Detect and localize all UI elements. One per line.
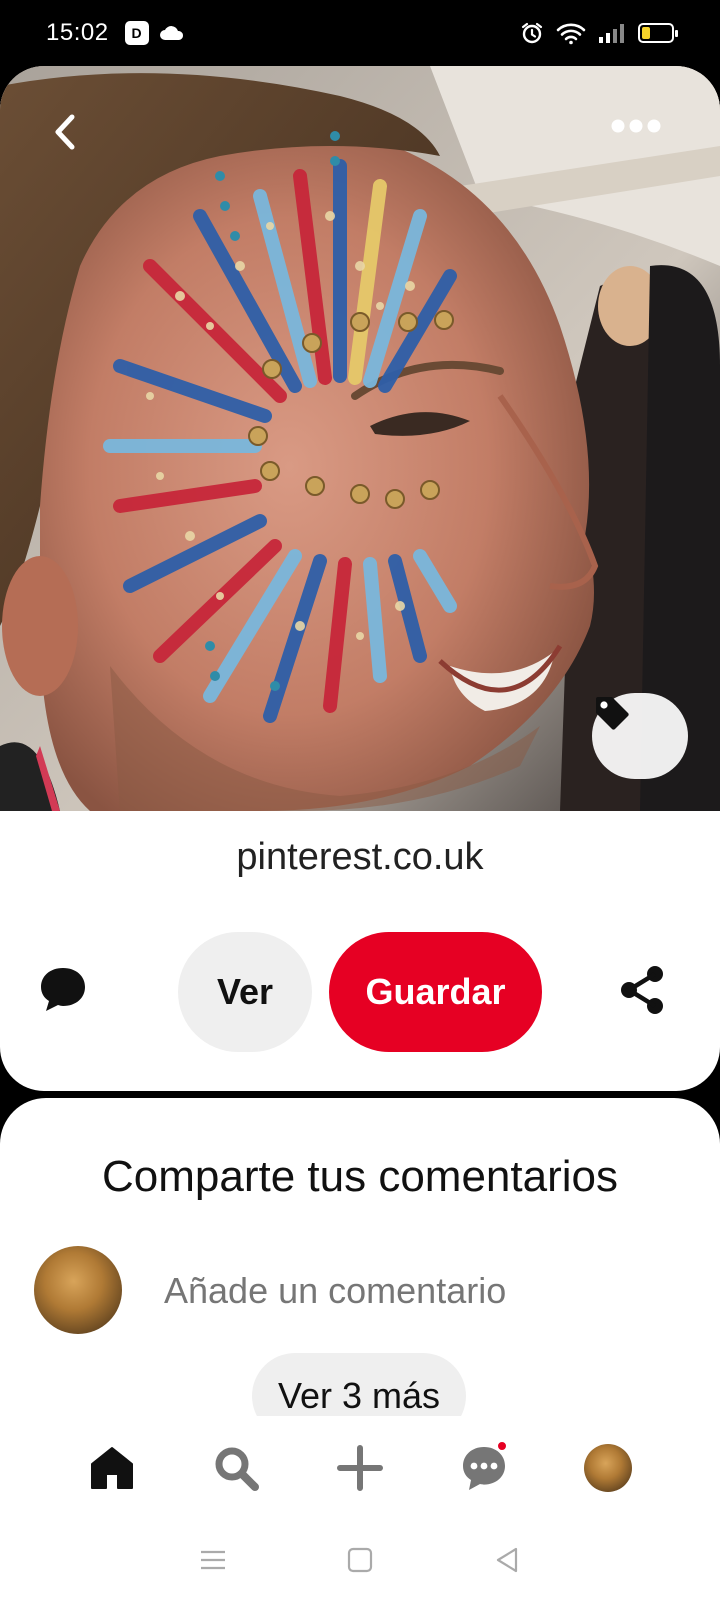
pin-card: pinterest.co.uk Ver Guardar bbox=[0, 66, 720, 1091]
triangle-back-icon bbox=[496, 1547, 517, 1573]
tag-icon bbox=[596, 697, 629, 730]
nav-messages[interactable] bbox=[452, 1436, 516, 1500]
signal-icon bbox=[599, 24, 624, 43]
system-menu-button[interactable] bbox=[193, 1540, 233, 1580]
user-avatar bbox=[34, 1246, 122, 1334]
pin-action-bar: Ver Guardar bbox=[0, 932, 720, 1052]
back-button[interactable] bbox=[50, 114, 98, 162]
menu-icon bbox=[201, 1550, 226, 1570]
system-back-button[interactable] bbox=[487, 1540, 527, 1580]
shop-tag-button[interactable] bbox=[592, 693, 688, 779]
system-navigation-bar bbox=[0, 1520, 720, 1600]
status-time: 15:02 bbox=[46, 19, 109, 46]
status-system-icons bbox=[520, 21, 678, 45]
status-bar: 15:02 D bbox=[0, 0, 720, 66]
cloud-icon bbox=[159, 26, 183, 40]
alarm-icon bbox=[521, 22, 543, 44]
home-icon bbox=[91, 1447, 133, 1489]
battery-icon bbox=[638, 23, 678, 43]
wifi-icon bbox=[556, 23, 586, 45]
pin-image[interactable] bbox=[0, 66, 720, 811]
profile-avatar bbox=[584, 1444, 632, 1492]
nav-create[interactable] bbox=[328, 1436, 392, 1500]
share-button[interactable] bbox=[618, 964, 670, 1020]
comments-title: Comparte tus comentarios bbox=[102, 1152, 618, 1201]
notification-dot bbox=[496, 1440, 508, 1452]
more-options-button[interactable] bbox=[610, 118, 672, 158]
share-icon bbox=[621, 966, 663, 1014]
status-notification-icons: D bbox=[124, 21, 185, 45]
chevron-left-icon bbox=[55, 114, 75, 150]
pin-source-domain[interactable]: pinterest.co.uk bbox=[0, 836, 720, 879]
nav-search[interactable] bbox=[204, 1436, 268, 1500]
pin-detail-screen: 15:02 D pinterest.co.uk Ver Guardar Comp… bbox=[0, 0, 720, 1600]
comment-input[interactable] bbox=[150, 1258, 670, 1324]
nav-profile[interactable] bbox=[576, 1436, 640, 1500]
square-icon bbox=[347, 1547, 373, 1573]
comment-button[interactable] bbox=[38, 964, 94, 1020]
disney-app-icon: D bbox=[124, 21, 149, 45]
nav-home[interactable] bbox=[80, 1436, 144, 1500]
speech-bubble-icon bbox=[41, 968, 85, 1011]
bottom-navigation bbox=[0, 1416, 720, 1520]
system-home-button[interactable] bbox=[340, 1540, 380, 1580]
more-horizontal-icon bbox=[611, 119, 661, 133]
plus-icon bbox=[337, 1445, 383, 1491]
search-icon bbox=[215, 1447, 259, 1491]
battery-level bbox=[642, 27, 651, 39]
view-button[interactable]: Ver bbox=[178, 932, 312, 1052]
save-button[interactable]: Guardar bbox=[329, 932, 542, 1052]
